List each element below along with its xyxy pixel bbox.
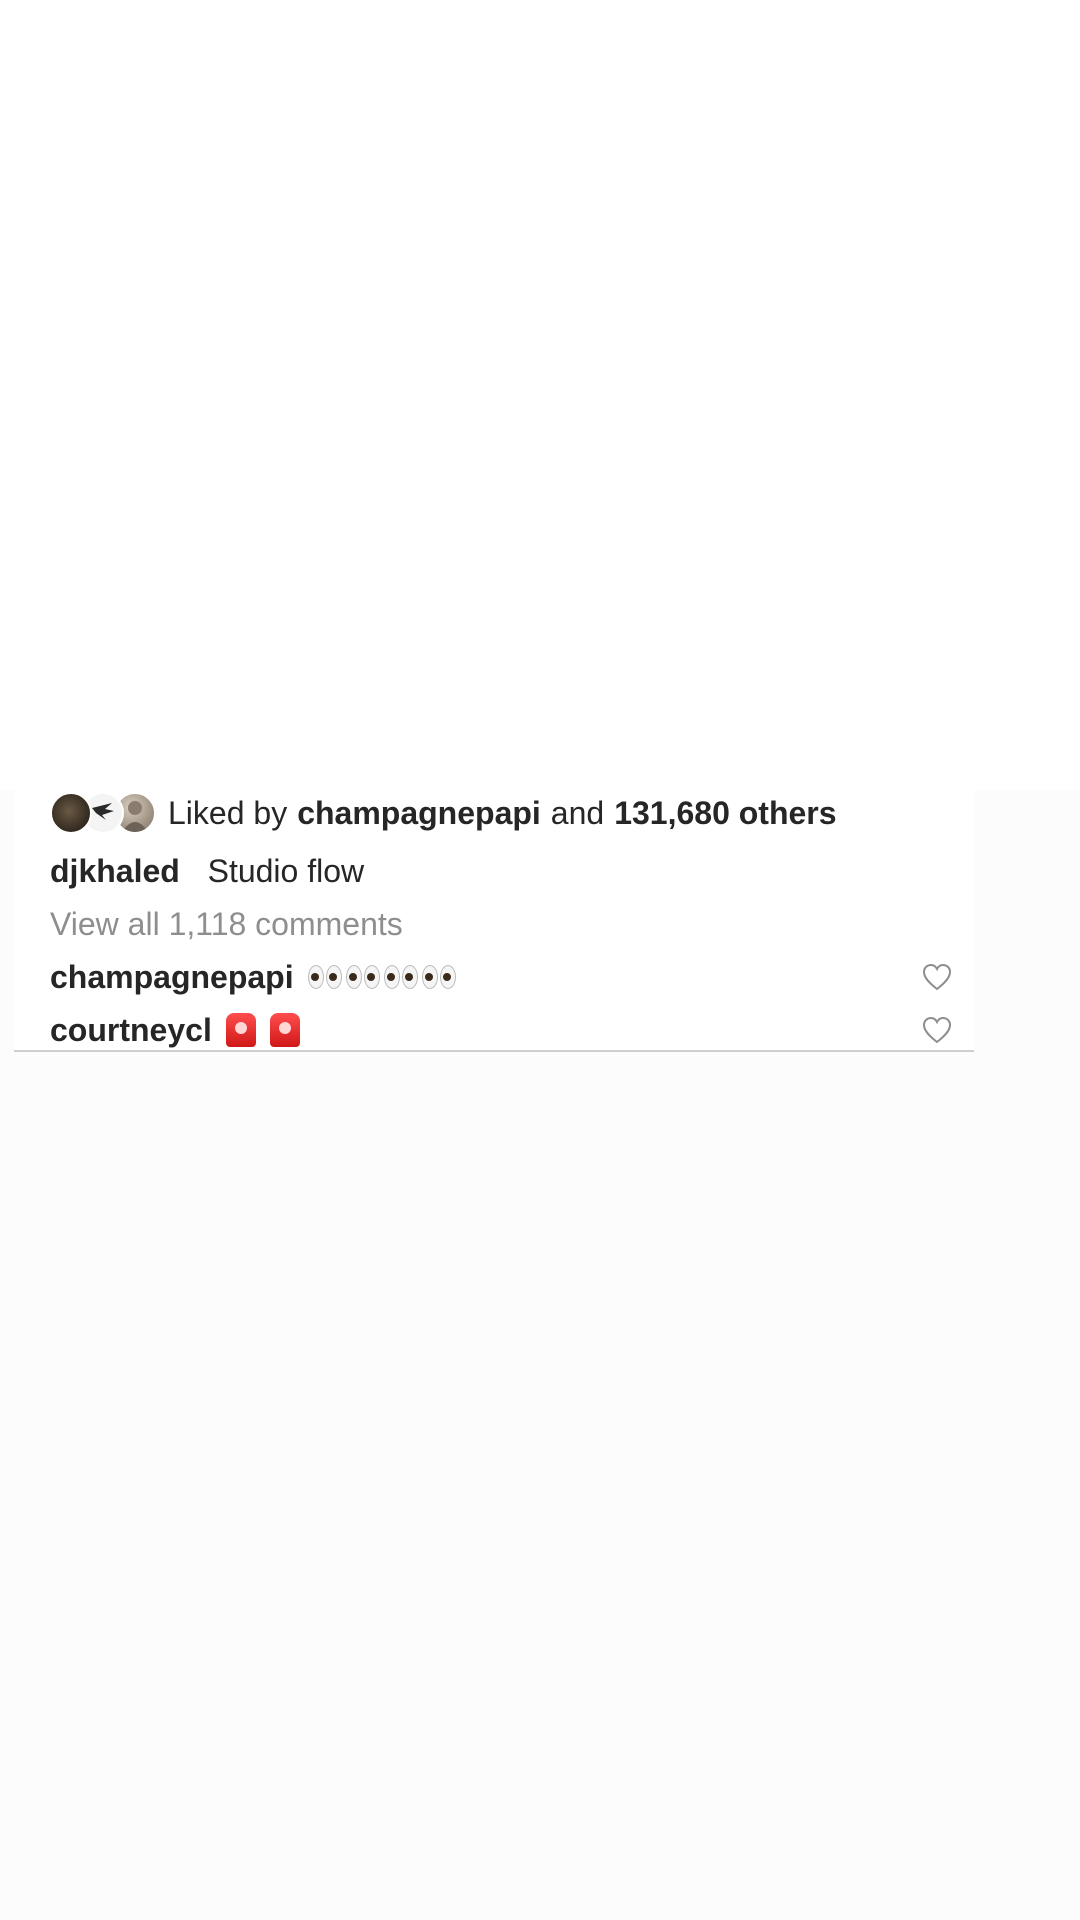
- caption: djkhaled Studio flow: [50, 850, 364, 892]
- post-details: Liked by champagnepapi and 131,680 other…: [14, 790, 974, 1052]
- comment-row: champagnepapi: [50, 956, 956, 998]
- eyes-emoji: [307, 965, 460, 989]
- heart-outline-icon[interactable]: [922, 963, 952, 991]
- caption-text: Studio flow: [207, 853, 365, 889]
- likes-conjunction: and: [550, 794, 605, 831]
- comment-username[interactable]: courtneycl: [50, 1012, 212, 1049]
- media-area: [0, 0, 1080, 790]
- liker-username[interactable]: champagnepapi: [297, 795, 541, 832]
- avatar: [50, 792, 92, 834]
- screen: Liked by champagnepapi and 131,680 other…: [0, 0, 1080, 1920]
- likes-count[interactable]: 131,680 others: [614, 795, 836, 832]
- comment-username[interactable]: champagnepapi: [50, 959, 294, 996]
- comment-row: courtneycl: [50, 1009, 956, 1051]
- liker-avatars: [50, 792, 156, 834]
- likes-summary[interactable]: Liked by champagnepapi and 131,680 other…: [50, 790, 837, 836]
- likes-prefix: Liked by: [168, 794, 288, 831]
- heart-outline-icon[interactable]: [922, 1016, 952, 1044]
- police-light-emoji: [225, 1013, 314, 1047]
- caption-username[interactable]: djkhaled: [50, 853, 180, 889]
- view-all-comments-link[interactable]: View all 1,118 comments: [50, 903, 403, 945]
